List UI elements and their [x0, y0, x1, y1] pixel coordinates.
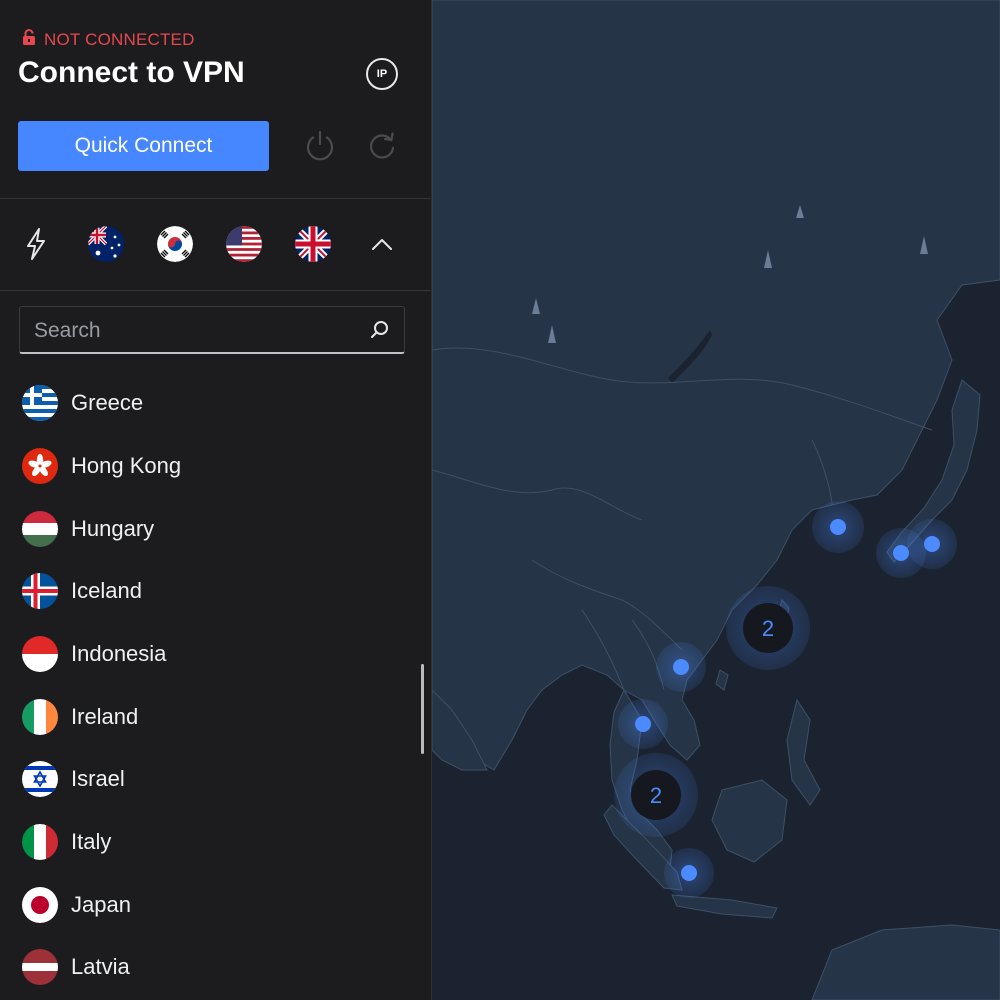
list-item-indonesia[interactable]: Indonesia	[0, 623, 420, 685]
scrollbar[interactable]	[421, 664, 424, 754]
country-name: Latvia	[71, 954, 130, 979]
flag-australia-icon	[88, 226, 124, 262]
chevron-up-icon[interactable]	[362, 224, 402, 264]
ip-label: IP	[376, 68, 388, 80]
server-marker[interactable]	[664, 848, 714, 898]
connection-status: NOT CONNECTED	[22, 29, 195, 51]
country-name: Italy	[71, 829, 112, 854]
recent-connections	[0, 215, 431, 275]
server-marker[interactable]	[618, 699, 668, 749]
flag-japan-icon	[22, 887, 58, 923]
server-cluster[interactable]: 2	[614, 753, 698, 837]
recent-south-korea[interactable]	[155, 224, 195, 264]
lightning-icon[interactable]	[16, 224, 56, 264]
list-item-israel[interactable]: Israel	[0, 748, 420, 810]
flag-iceland-icon	[22, 573, 58, 609]
country-name: Japan	[71, 892, 131, 917]
country-name: Ireland	[71, 704, 139, 729]
country-name: Israel	[71, 766, 125, 791]
flag-south-korea-icon	[157, 226, 193, 262]
server-marker[interactable]	[812, 501, 864, 553]
server-marker[interactable]	[907, 519, 957, 569]
flag-united-kingdom-icon	[295, 226, 331, 262]
flag-hungary-icon	[22, 511, 58, 547]
unlocked-padlock-icon	[22, 29, 36, 51]
power-icon[interactable]	[302, 128, 338, 169]
recent-australia[interactable]	[86, 224, 126, 264]
quick-connect-button[interactable]: Quick Connect	[18, 121, 269, 171]
list-item-hong-kong[interactable]: Hong Kong	[0, 435, 420, 497]
search-icon[interactable]	[370, 320, 390, 345]
cluster-count: 2	[762, 616, 774, 641]
flag-greece-icon	[22, 385, 58, 421]
divider	[0, 198, 431, 199]
divider	[0, 290, 431, 291]
flag-italy-icon	[22, 824, 58, 860]
list-item-latvia[interactable]: Latvia	[0, 936, 420, 998]
flag-united-states-icon	[226, 226, 262, 262]
country-name: Indonesia	[71, 641, 167, 666]
list-item-japan[interactable]: Japan	[0, 874, 420, 936]
world-map[interactable]: 2 2	[432, 0, 1000, 1000]
search-input[interactable]	[32, 317, 356, 345]
sidebar: NOT CONNECTED Connect to VPN IP Quick Co…	[0, 0, 432, 1000]
list-item-hungary[interactable]: Hungary	[0, 498, 420, 560]
country-name: Iceland	[71, 578, 142, 603]
list-item-iceland[interactable]: Iceland	[0, 560, 420, 622]
flag-hong-kong-icon	[22, 448, 58, 484]
country-name: Greece	[71, 390, 144, 415]
list-item-greece[interactable]: Greece	[0, 372, 420, 434]
country-name: Hong Kong	[71, 453, 182, 478]
flag-ireland-icon	[22, 699, 58, 735]
ip-info-button[interactable]: IP	[366, 58, 398, 90]
page-title: Connect to VPN	[18, 56, 245, 89]
refresh-icon[interactable]	[364, 128, 400, 169]
recent-united-states[interactable]	[224, 224, 264, 264]
list-item-italy[interactable]: Italy	[0, 811, 420, 873]
server-marker[interactable]	[656, 642, 706, 692]
list-item-ireland[interactable]: Ireland	[0, 686, 420, 748]
search-box	[19, 306, 405, 354]
recent-united-kingdom[interactable]	[293, 224, 333, 264]
cluster-count: 2	[650, 783, 662, 808]
flag-israel-icon	[22, 761, 58, 797]
flag-indonesia-icon	[22, 636, 58, 672]
server-cluster[interactable]: 2	[726, 586, 810, 670]
quick-connect-label: Quick Connect	[74, 134, 213, 157]
status-text: NOT CONNECTED	[44, 30, 195, 49]
country-name: Hungary	[71, 516, 155, 541]
flag-latvia-icon	[22, 949, 58, 985]
